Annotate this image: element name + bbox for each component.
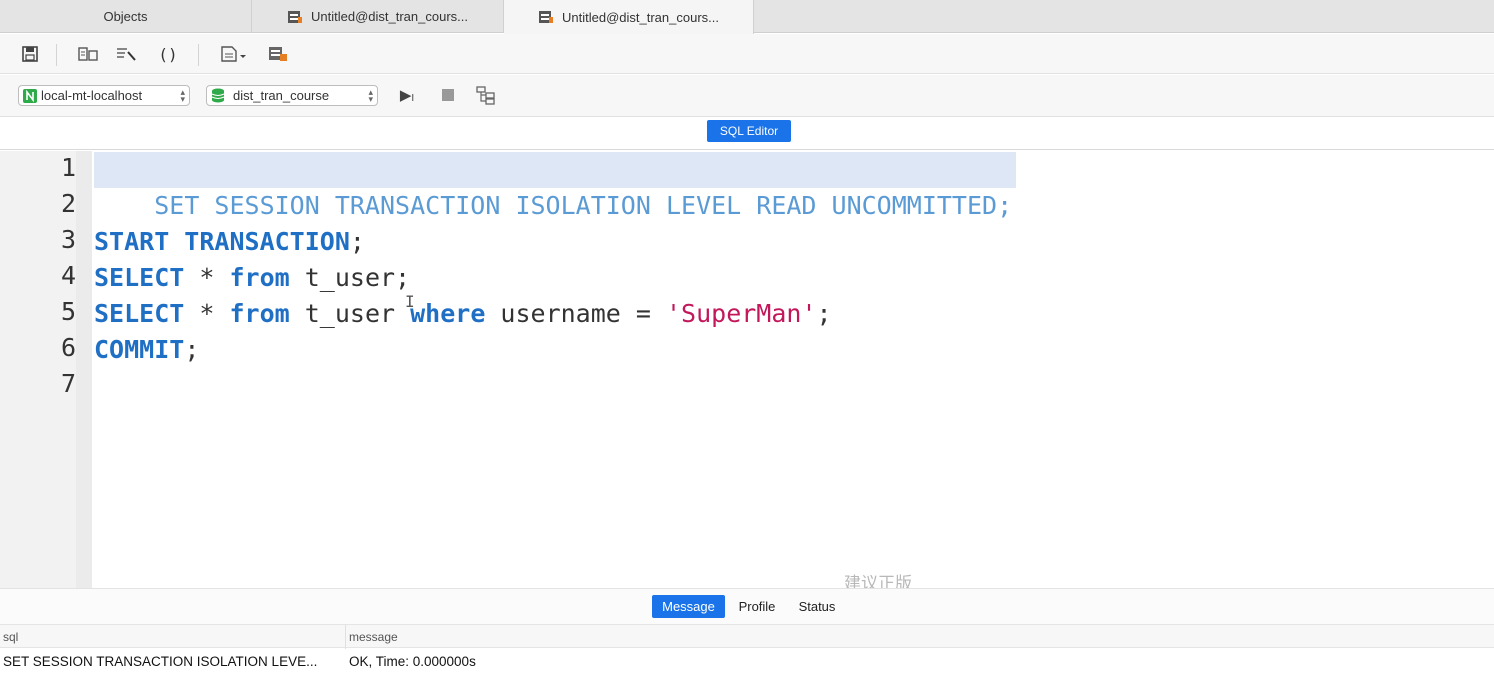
line-number: 7 [60, 369, 76, 398]
cell-sql: SET SESSION TRANSACTION ISOLATION LEVE..… [3, 654, 318, 669]
code-keyword: SELECT [94, 263, 185, 292]
code-line-6: COMMIT; [94, 332, 199, 368]
code-text: * [184, 263, 230, 292]
code-keyword: from [229, 263, 290, 292]
text-cursor-icon: I [405, 292, 415, 311]
sql-editor[interactable]: 1 2 3 4 5 6 7 SET SESSION TRANSACTION IS… [0, 151, 1494, 593]
code-keyword: SELECT [94, 299, 185, 328]
query-table-icon [538, 10, 554, 24]
column-header-message[interactable]: message [345, 625, 398, 649]
tab-untitled-1[interactable]: Untitled@dist_tran_cours... [252, 0, 504, 33]
tab-objects[interactable]: Objects [0, 0, 252, 33]
code-text: * [184, 299, 230, 328]
fold-gutter [76, 151, 92, 588]
line-number: 6 [60, 333, 76, 362]
code-line-4: SELECT * from t_user; [94, 260, 410, 296]
tab-label: Objects [103, 9, 148, 24]
tab-label: Untitled@dist_tran_cours... [562, 9, 719, 25]
tab-bar: Objects Untitled@dist_tran_cours... Unti… [0, 0, 1494, 34]
code-keyword: where [410, 299, 486, 328]
explain-icon[interactable] [474, 84, 498, 106]
toolbar-divider [56, 44, 57, 66]
sql-editor-button[interactable]: SQL Editor [707, 120, 791, 142]
result-table-header: sql message [0, 624, 1494, 649]
beautify-icon[interactable] [114, 43, 138, 65]
editor-toolbar: () [0, 34, 1494, 74]
stop-icon[interactable] [436, 84, 460, 106]
query-builder-icon[interactable] [266, 43, 290, 65]
line-number: 4 [60, 261, 76, 290]
code-keyword: START TRANSACTION [94, 227, 350, 256]
run-icon[interactable]: ▶ I [393, 84, 421, 106]
tab-label: Untitled@dist_tran_cours... [311, 9, 468, 24]
connection-label: local-mt-localhost [41, 88, 143, 103]
code-text: ; [816, 299, 832, 328]
code-text: ; [184, 335, 200, 364]
query-table-icon [287, 10, 303, 24]
editor-header: SQL Editor [0, 117, 1494, 150]
code-line-3: START TRANSACTION; [94, 224, 365, 260]
column-header-sql[interactable]: sql [3, 625, 18, 649]
code-line-1: SET SESSION TRANSACTION ISOLATION LEVEL … [94, 152, 1017, 220]
code-keyword: COMMIT [94, 335, 185, 364]
code-text: username = [485, 299, 666, 328]
line-number: 5 [60, 297, 76, 326]
tab-status[interactable]: Status [793, 595, 841, 618]
line-number: 2 [60, 189, 76, 218]
format-icon[interactable] [76, 43, 100, 65]
code-text: ; [349, 227, 365, 256]
selected-code: SET SESSION TRANSACTION ISOLATION LEVEL … [154, 191, 1013, 220]
chevron-updown-icon: ▴ ▾ [180, 87, 185, 104]
chevron-updown-icon: ▴ ▾ [368, 87, 373, 104]
database-label: dist_tran_course [233, 88, 330, 103]
connection-bar: local-mt-localhost ▴ ▾ dist_tran_course ▴… [0, 75, 1494, 117]
code-text: t_user [289, 299, 411, 328]
toolbar-divider [198, 44, 199, 66]
code-string: 'SuperMan' [666, 299, 817, 328]
brackets-icon[interactable]: () [156, 43, 180, 65]
cell-message: OK, Time: 0.000000s [349, 654, 476, 669]
database-icon [211, 88, 225, 103]
line-number: 1 [60, 153, 76, 182]
code-text: t_user; [289, 263, 411, 292]
result-tabs: Message Profile Status [0, 588, 1494, 624]
snippet-icon[interactable] [218, 43, 250, 65]
connection-icon [23, 88, 37, 103]
code-line-5: SELECT * from t_user where username = 'S… [94, 296, 832, 332]
table-row[interactable]: SET SESSION TRANSACTION ISOLATION LEVE..… [0, 648, 1494, 676]
connection-select[interactable]: local-mt-localhost ▴ ▾ [18, 85, 190, 106]
database-select[interactable]: dist_tran_course ▴ ▾ [206, 85, 378, 106]
line-number-gutter: 1 2 3 4 5 6 7 [0, 151, 76, 588]
line-number: 3 [60, 225, 76, 254]
tab-profile[interactable]: Profile [733, 595, 781, 618]
save-icon[interactable] [18, 43, 42, 65]
code-keyword: from [229, 299, 290, 328]
tab-message[interactable]: Message [652, 595, 725, 618]
tab-untitled-2[interactable]: Untitled@dist_tran_cours... [504, 0, 754, 34]
